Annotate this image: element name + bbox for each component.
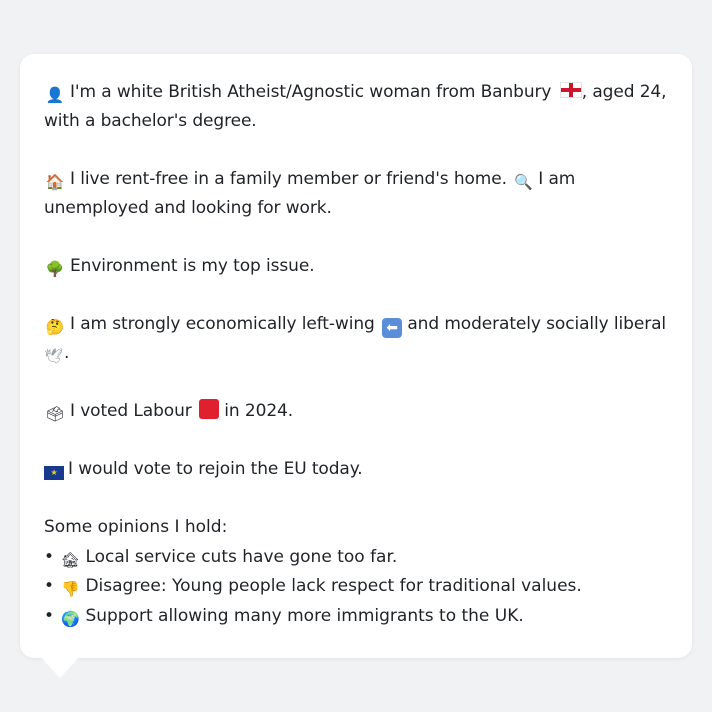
speech-bubble-tail xyxy=(40,656,80,678)
vote-paragraph: 🗳 I voted Labour in 2024. xyxy=(44,397,668,426)
list-item: • 🏚 Local service cuts have gone too far. xyxy=(44,546,398,569)
dove-icon: 🕊 xyxy=(44,347,63,365)
red-square-icon xyxy=(198,399,219,419)
housing-paragraph: 🏠 I live rent-free in a family member or … xyxy=(44,165,668,223)
globe-icon: 🌍 xyxy=(61,609,80,628)
vote-text: I voted Labour xyxy=(70,401,192,421)
identity-text: I'm a white British Atheist/Agnostic wom… xyxy=(70,82,552,102)
eu-flag-icon: ★ xyxy=(44,466,64,480)
opinions-section: Some opinions I hold: • 🏚 Local service c… xyxy=(44,513,668,631)
top-issue-paragraph: 🌳 Environment is my top issue. xyxy=(44,252,668,281)
list-item: • 👎 Disagree: Young people lack respect f… xyxy=(44,576,582,598)
vote-text-end: in 2024. xyxy=(224,401,294,421)
top-issue-text: Environment is my top issue. xyxy=(70,256,315,276)
identity-paragraph: 👤 I'm a white British Atheist/Agnostic wo… xyxy=(44,78,668,136)
left-arrow-icon: ⬅ xyxy=(382,318,403,338)
ideology-period: . xyxy=(64,343,70,363)
house-icon: 🏠 xyxy=(45,173,65,191)
persona-card: 👤 I'm a white British Atheist/Agnostic wo… xyxy=(20,54,692,658)
ballot-box-icon: 🗳 xyxy=(45,405,65,423)
bust-in-silhouette-icon: 👤 xyxy=(45,86,65,104)
eu-text: I would vote to rejoin the EU today. xyxy=(68,459,363,479)
housing-text: I live rent-free in a family member or f… xyxy=(70,169,507,189)
ideology-text: I am strongly economically left-wing xyxy=(70,314,375,334)
thinking-face-icon: 🤔 xyxy=(45,318,65,336)
magnifying-glass-icon: 🔍 xyxy=(513,173,533,191)
thumbs-down-icon: 👎 xyxy=(61,580,80,598)
ideology-text-end: and moderately socially liberal xyxy=(407,314,667,334)
ideology-paragraph: 🤔 I am strongly economically left-wing ⬅ … xyxy=(44,310,668,368)
tree-icon: 🌳 xyxy=(45,260,65,278)
opinions-heading: Some opinions I hold: xyxy=(44,517,228,537)
derelict-house-icon: 🏚 xyxy=(60,550,80,569)
list-item: • 🌍 Support allowing many more immigrants… xyxy=(44,605,524,628)
eu-paragraph: ★ I would vote to rejoin the EU today. xyxy=(44,455,668,484)
england-flag-icon xyxy=(559,82,582,98)
